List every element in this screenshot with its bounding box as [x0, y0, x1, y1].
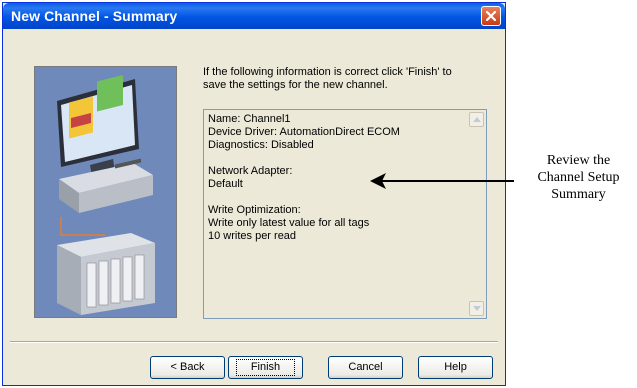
callout-line-3: Summary [551, 187, 606, 202]
intro-text: If the following information is correct … [203, 66, 503, 92]
finish-button[interactable]: Finish [228, 356, 303, 379]
close-button[interactable] [481, 6, 501, 26]
summary-line: Diagnostics: Disabled [208, 139, 314, 151]
callout-arrow [370, 173, 514, 189]
scroll-up-button[interactable] [469, 112, 484, 127]
help-button[interactable]: Help [418, 356, 493, 379]
finish-button-label: Finish [235, 359, 296, 376]
dialog-window: New Channel - Summary If the following i… [2, 2, 506, 386]
close-icon [485, 10, 497, 22]
summary-line [208, 191, 400, 204]
chevron-down-icon [473, 306, 481, 311]
callout-text: Review the Channel Setup Summary [520, 152, 637, 203]
divider [10, 341, 498, 343]
summary-textbox[interactable]: Name: Channel1 Device Driver: Automation… [203, 109, 487, 319]
title-bar[interactable]: New Channel - Summary [3, 3, 505, 29]
summary-line [208, 152, 400, 165]
intro-line-1: If the following information is correct … [203, 66, 452, 78]
cancel-button[interactable]: Cancel [328, 356, 403, 379]
summary-line: Write Optimization: [208, 204, 301, 216]
back-button[interactable]: < Back [150, 356, 225, 379]
help-button-label: Help [444, 361, 467, 373]
summary-line: 10 writes per read [208, 230, 297, 242]
scroll-down-button[interactable] [469, 301, 484, 316]
chevron-up-icon [473, 117, 481, 122]
summary-line: Name: Channel1 [208, 113, 291, 125]
pc-to-plc-illustration [34, 66, 177, 318]
callout-line-1: Review the [546, 153, 611, 168]
cancel-button-label: Cancel [348, 361, 383, 373]
summary-line: Device Driver: AutomationDirect ECOM [208, 126, 400, 138]
intro-line-2: save the settings for the new channel. [203, 79, 388, 91]
window-title: New Channel - Summary [11, 8, 178, 24]
summary-line: Write only latest value for all tags [208, 217, 370, 229]
callout-line-2: Channel Setup [537, 170, 620, 185]
back-button-label: < Back [170, 361, 205, 373]
